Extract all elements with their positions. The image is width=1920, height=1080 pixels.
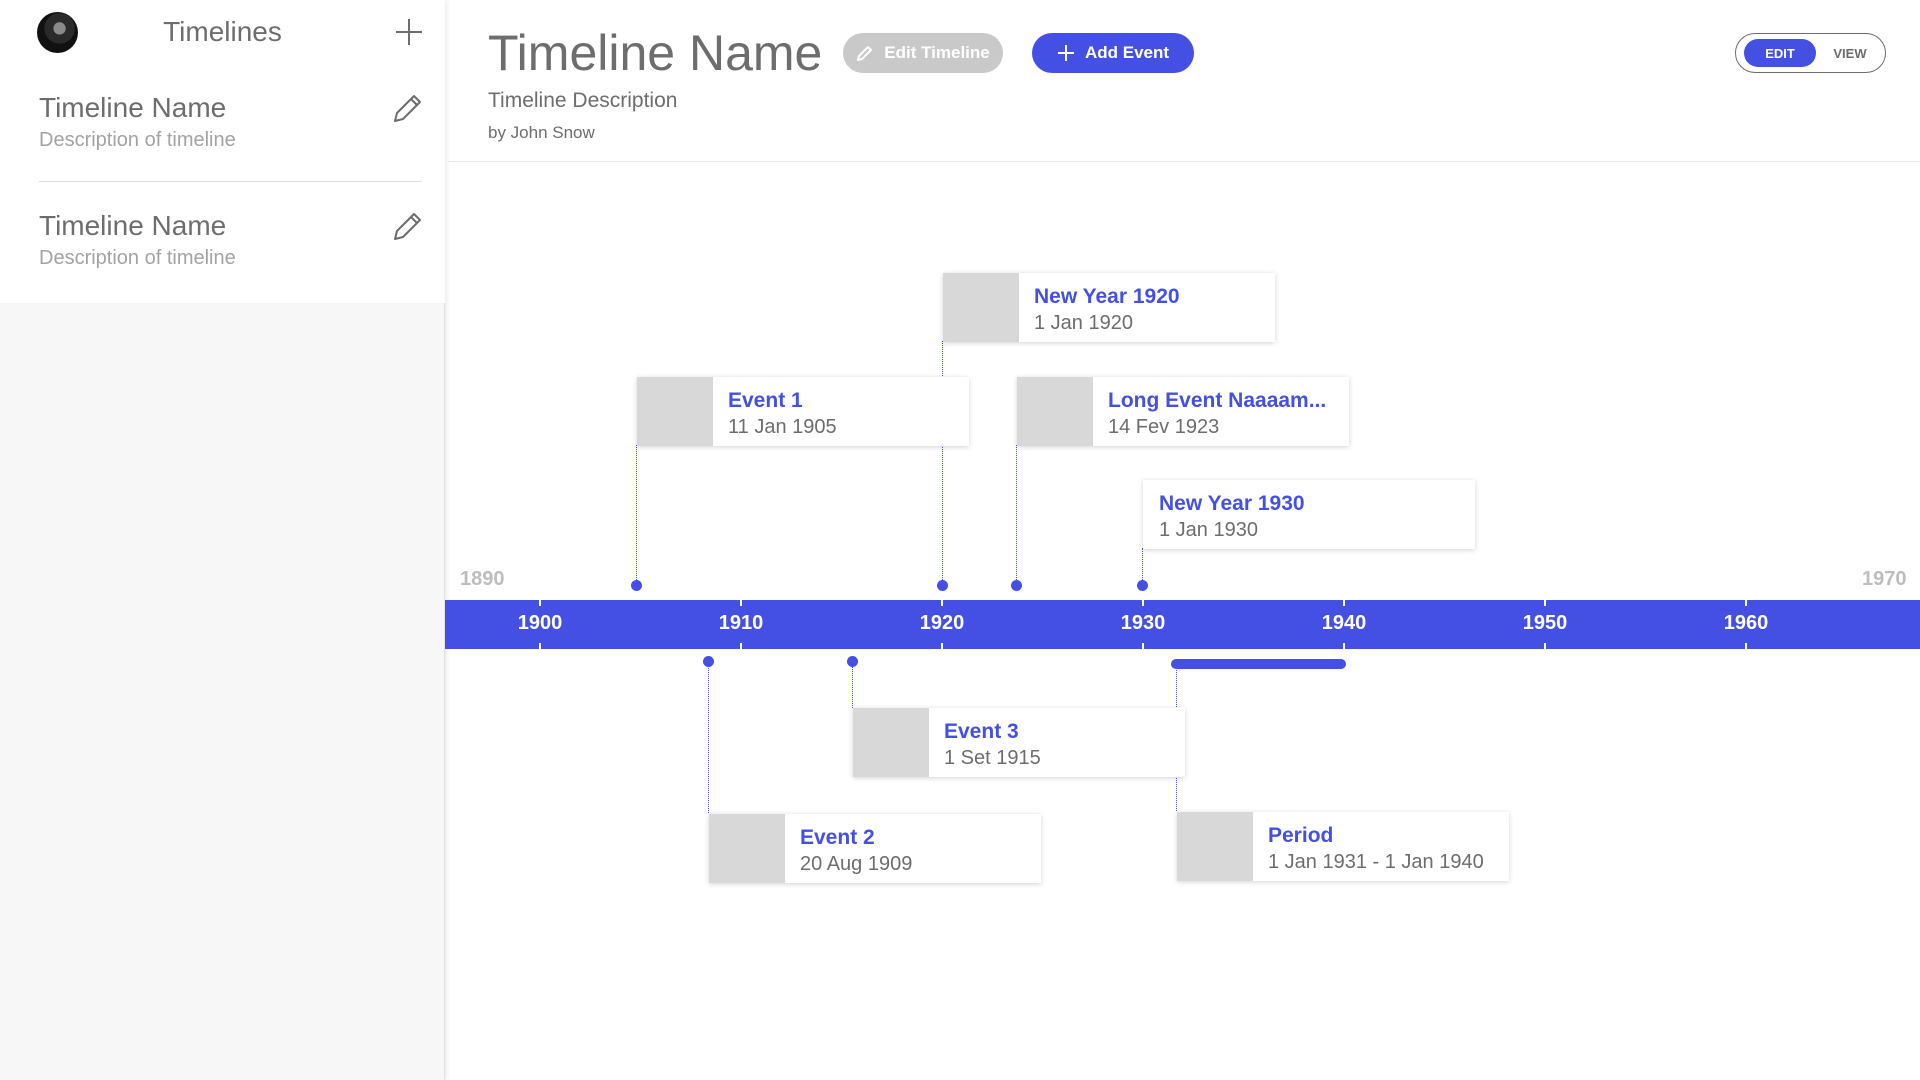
event-connector: [1016, 445, 1017, 586]
event-thumbnail: [943, 273, 1019, 342]
event-date: 1 Jan 1930: [1159, 519, 1258, 541]
axis-tick-label: 1910: [718, 612, 764, 634]
event-marker[interactable]: [1011, 580, 1022, 591]
timeline-author: by John Snow: [488, 123, 595, 142]
axis-tick-label: 1930: [1120, 612, 1166, 634]
timeline-item-description: Description of timeline: [39, 129, 236, 151]
sidebar: Timelines Timeline Name Description of t…: [0, 0, 445, 1080]
axis-tick-label: 1920: [919, 612, 965, 634]
event-title: New Year 1920: [1034, 285, 1180, 308]
event-card[interactable]: Period 1 Jan 1931 - 1 Jan 1940: [1177, 812, 1509, 881]
page-title: Timeline Name: [488, 25, 823, 81]
event-date: 1 Jan 1931 - 1 Jan 1940: [1268, 851, 1484, 873]
pencil-icon[interactable]: [390, 210, 424, 244]
event-title: Event 2: [800, 826, 875, 849]
event-title: Long Event Naaaam...: [1108, 389, 1327, 412]
mode-toggle[interactable]: EDIT VIEW: [1735, 33, 1886, 73]
event-thumbnail: [853, 708, 929, 777]
axis-tick-label: 1940: [1321, 612, 1367, 634]
event-marker[interactable]: [703, 656, 714, 667]
event-date: 1 Set 1915: [944, 747, 1041, 769]
event-thumbnail: [1177, 812, 1253, 881]
pencil-icon: [857, 46, 873, 61]
sidebar-title: Timelines: [163, 16, 282, 47]
axis-tick-label: 1950: [1522, 612, 1568, 634]
timeline-header: Timeline Name Timeline Description by Jo…: [448, 0, 1920, 162]
period-range-bar[interactable]: [1171, 659, 1346, 669]
range-start-label: 1890: [460, 568, 505, 590]
add-event-label: Add Event: [1084, 43, 1170, 62]
event-date: 14 Fev 1923: [1108, 416, 1220, 438]
event-marker[interactable]: [631, 580, 642, 591]
event-date: 11 Jan 1905: [728, 416, 837, 438]
event-marker[interactable]: [937, 580, 948, 591]
event-title: Period: [1268, 824, 1334, 847]
timeline-list: Timelines Timeline Name Description of t…: [0, 0, 445, 303]
divider: [39, 181, 422, 182]
range-end-label: 1970: [1862, 568, 1907, 590]
event-card[interactable]: New Year 1930 1 Jan 1930: [1143, 480, 1475, 549]
edit-timeline-button[interactable]: Edit Timeline: [843, 33, 1003, 73]
add-event-button[interactable]: Add Event: [1032, 33, 1194, 73]
event-card[interactable]: Event 3 1 Set 1915: [853, 708, 1185, 777]
event-connector: [708, 661, 709, 813]
event-marker[interactable]: [847, 656, 858, 667]
edit-mode-option[interactable]: EDIT: [1744, 39, 1816, 67]
add-timeline-icon[interactable]: [392, 15, 426, 49]
timeline-item-name: Timeline Name: [39, 210, 227, 241]
event-title: Event 3: [944, 720, 1019, 743]
view-mode-option[interactable]: VIEW: [1820, 39, 1880, 67]
event-marker[interactable]: [1137, 580, 1148, 591]
event-card[interactable]: New Year 1920 1 Jan 1920: [943, 273, 1275, 342]
axis-tick-label: 1900: [517, 612, 563, 634]
event-card[interactable]: Long Event Naaaam... 14 Fev 1923: [1017, 377, 1349, 446]
timeline-item-description: Description of timeline: [39, 247, 236, 269]
event-thumbnail: [1017, 377, 1093, 446]
axis-tick-label: 1960: [1723, 612, 1769, 634]
event-connector: [636, 445, 637, 586]
event-date: 20 Aug 1909: [800, 853, 913, 875]
event-thumbnail: [709, 814, 785, 883]
timeline-list-item[interactable]: Timeline Name Description of timeline: [39, 210, 424, 280]
edit-timeline-label: Edit Timeline: [884, 43, 990, 62]
event-connector: [852, 661, 853, 708]
event-title: Event 1: [728, 389, 803, 412]
timeline-description: Timeline Description: [488, 89, 678, 112]
event-card[interactable]: Event 2 20 Aug 1909: [709, 814, 1041, 883]
timeline-list-item[interactable]: Timeline Name Description of timeline: [39, 92, 424, 162]
event-thumbnail: [637, 377, 713, 446]
pencil-icon[interactable]: [390, 92, 424, 126]
plus-icon: [1057, 45, 1074, 61]
event-title: New Year 1930: [1159, 492, 1305, 515]
timeline-item-name: Timeline Name: [39, 92, 227, 123]
event-card[interactable]: Event 1 11 Jan 1905: [637, 377, 969, 446]
event-date: 1 Jan 1920: [1034, 312, 1133, 334]
